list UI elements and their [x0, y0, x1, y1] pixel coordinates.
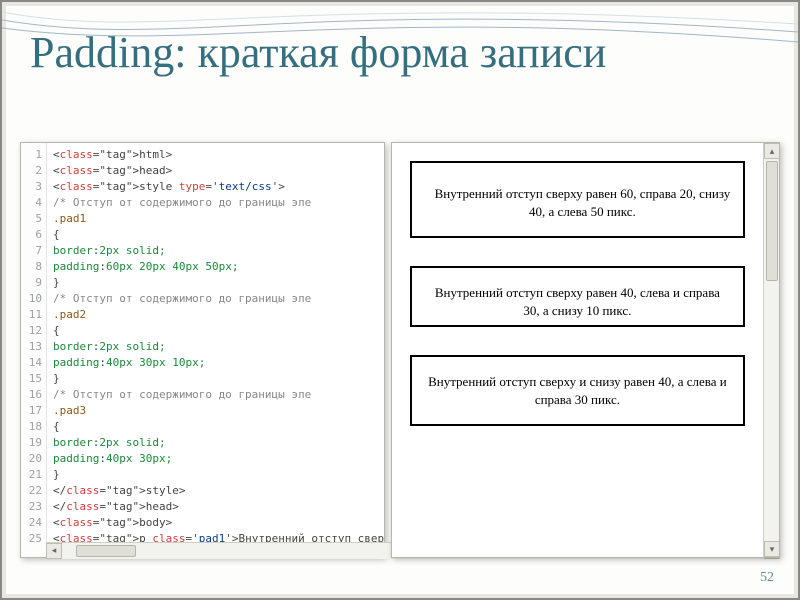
- preview-box-3: Внутренний отступ сверху и снизу равен 4…: [410, 355, 745, 426]
- line-number-gutter: 1234567891011121314151617181920212223242…: [21, 143, 47, 557]
- slide-title: Padding: краткая форма записи: [2, 2, 798, 76]
- scroll-track[interactable]: [62, 543, 385, 559]
- code-panel: 1234567891011121314151617181920212223242…: [20, 142, 385, 558]
- scroll-left-button[interactable]: ◂: [46, 543, 62, 559]
- scroll-up-button[interactable]: ▴: [764, 143, 780, 159]
- preview-panel: Внутренний отступ сверху равен 60, справ…: [391, 142, 780, 558]
- scroll-down-button[interactable]: ▾: [764, 541, 780, 557]
- scroll-track[interactable]: [764, 159, 779, 541]
- preview-box-1: Внутренний отступ сверху равен 60, справ…: [410, 161, 745, 238]
- preview-v-scrollbar[interactable]: ▴ ▾: [763, 143, 779, 557]
- preview-box-2: Внутренний отступ сверху равен 40, слева…: [410, 266, 745, 327]
- code-area: <class="tag">html><class="tag">head><cla…: [47, 143, 384, 557]
- code-h-scrollbar[interactable]: ◂ ▸: [46, 542, 385, 558]
- scroll-thumb[interactable]: [766, 161, 778, 281]
- page-number: 52: [760, 570, 774, 586]
- scroll-thumb[interactable]: [76, 545, 136, 557]
